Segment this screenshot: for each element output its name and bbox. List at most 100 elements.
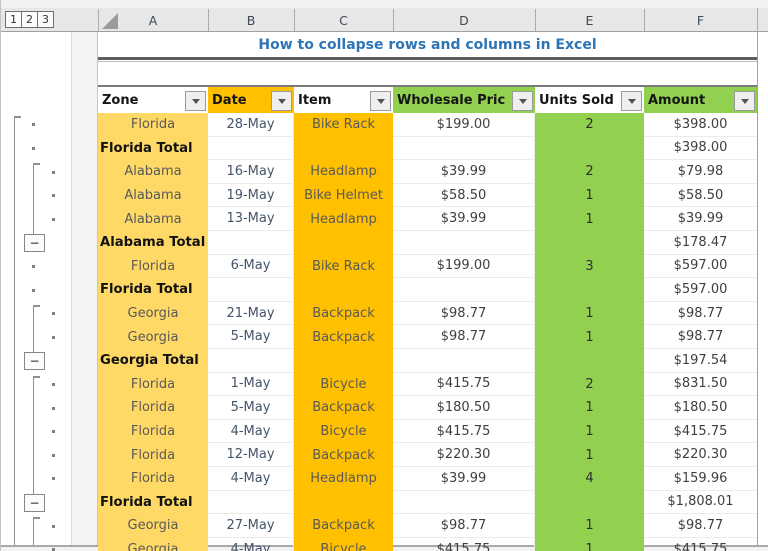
cell-A13[interactable]: Georgia xyxy=(98,325,208,349)
cell-F8[interactable]: $39.99 xyxy=(644,207,757,231)
cell-F10[interactable]: $597.00 xyxy=(644,255,757,279)
cell-F7[interactable]: $58.50 xyxy=(644,184,757,208)
cell-D19[interactable]: $39.99 xyxy=(393,467,535,491)
cell-D13[interactable]: $98.77 xyxy=(393,325,535,349)
cell-A8[interactable]: Alabama xyxy=(98,207,208,231)
header-cell-wholesale_price[interactable]: Wholesale Pric xyxy=(393,85,535,113)
cell-F19[interactable]: $159.96 xyxy=(644,467,757,491)
cell-E21[interactable]: 1 xyxy=(535,514,644,538)
title-cell[interactable]: How to collapse rows and columns in Exce… xyxy=(98,32,757,58)
cell-A21[interactable]: Georgia xyxy=(98,514,208,538)
cell-B16[interactable]: 5-May xyxy=(208,396,294,420)
cell-A15[interactable]: Florida xyxy=(98,372,208,397)
cell-E12[interactable]: 1 xyxy=(535,301,644,326)
cell-B10[interactable]: 6-May xyxy=(208,254,294,279)
cell-E9[interactable] xyxy=(535,231,644,255)
column-header-C[interactable]: C xyxy=(294,8,393,32)
cell-E17[interactable]: 1 xyxy=(535,419,644,444)
cell-A22[interactable]: Georgia xyxy=(98,537,208,551)
cell-D22[interactable]: $415.75 xyxy=(393,537,535,551)
filter-button-item[interactable] xyxy=(370,91,391,111)
cell-B19[interactable]: 4-May xyxy=(208,467,294,491)
cell-C21[interactable]: Backpack xyxy=(294,514,393,538)
cell-A18[interactable]: Florida xyxy=(98,443,208,467)
cell-D16[interactable]: $180.50 xyxy=(393,396,535,420)
cell-E11[interactable] xyxy=(535,278,644,302)
cell-C8[interactable]: Headlamp xyxy=(294,207,393,231)
cell-D4[interactable]: $199.00 xyxy=(393,113,535,137)
outline-level-button-2[interactable]: 2 xyxy=(21,11,38,28)
cell-B12[interactable]: 21-May xyxy=(208,301,294,326)
header-cell-zone[interactable]: Zone xyxy=(98,85,208,113)
header-cell-item[interactable]: Item xyxy=(294,85,393,113)
cell-C19[interactable]: Headlamp xyxy=(294,467,393,491)
cell-A16[interactable]: Florida xyxy=(98,396,208,420)
header-cell-date[interactable]: Date xyxy=(208,85,294,113)
cell-E4[interactable]: 2 xyxy=(535,113,644,137)
cell-D21[interactable]: $98.77 xyxy=(393,514,535,538)
cell-A6[interactable]: Alabama xyxy=(98,160,208,184)
cell-D5[interactable] xyxy=(393,136,535,161)
cell-C13[interactable]: Backpack xyxy=(294,325,393,349)
cell-D12[interactable]: $98.77 xyxy=(393,301,535,326)
cell-E20[interactable] xyxy=(535,490,644,515)
cell-F18[interactable]: $220.30 xyxy=(644,443,757,467)
cell-E10[interactable]: 3 xyxy=(535,254,644,279)
collapse-button-row-14[interactable]: − xyxy=(24,352,45,370)
cell-A19[interactable]: Florida xyxy=(98,467,208,491)
cell-F13[interactable]: $98.77 xyxy=(644,325,757,349)
cell-C15[interactable]: Bicycle xyxy=(294,372,393,397)
column-header-F[interactable]: F xyxy=(644,8,757,32)
collapse-button-row-9[interactable]: − xyxy=(24,234,45,252)
collapse-button-row-20[interactable]: − xyxy=(24,493,45,512)
cell-D7[interactable]: $58.50 xyxy=(393,183,535,208)
cell-D15[interactable]: $415.75 xyxy=(393,372,535,397)
cell-D8[interactable]: $39.99 xyxy=(393,207,535,231)
cell-E19[interactable]: 4 xyxy=(535,467,644,491)
filter-button-wholesale_price[interactable] xyxy=(512,91,533,111)
cell-B21[interactable]: 27-May xyxy=(208,514,294,538)
cell-D20[interactable] xyxy=(393,490,535,515)
cell-B6[interactable]: 16-May xyxy=(208,160,294,184)
column-header-D[interactable]: D xyxy=(393,8,535,32)
cell-F11[interactable]: $597.00 xyxy=(644,278,757,302)
cell-F6[interactable]: $79.98 xyxy=(644,160,757,184)
cell-E13[interactable]: 1 xyxy=(535,325,644,349)
cell-D11[interactable] xyxy=(393,278,535,302)
cell-B8[interactable]: 13-May xyxy=(208,207,294,231)
cell-D14[interactable] xyxy=(393,349,535,373)
outline-level-button-3[interactable]: 3 xyxy=(37,11,54,28)
cell-F22[interactable]: $415.75 xyxy=(644,538,757,551)
cell-B18[interactable]: 12-May xyxy=(208,443,294,467)
cell-A7[interactable]: Alabama xyxy=(98,183,208,208)
header-cell-amount[interactable]: Amount xyxy=(644,85,757,113)
cell-A4[interactable]: Florida xyxy=(98,113,208,137)
cell-E5[interactable] xyxy=(535,136,644,161)
cell-F15[interactable]: $831.50 xyxy=(644,373,757,397)
cell-C10[interactable]: Bike Rack xyxy=(294,254,393,279)
cell-C18[interactable]: Backpack xyxy=(294,443,393,467)
cell-B22[interactable]: 4-May xyxy=(208,537,294,551)
filter-button-amount[interactable] xyxy=(734,91,755,111)
cell-D9[interactable] xyxy=(393,231,535,255)
cell-C7[interactable]: Bike Helmet xyxy=(294,183,393,208)
cell-E18[interactable]: 1 xyxy=(535,443,644,467)
cell-D18[interactable]: $220.30 xyxy=(393,443,535,467)
cell-F14[interactable]: $197.54 xyxy=(644,349,757,373)
cell-F17[interactable]: $415.75 xyxy=(644,420,757,444)
cell-D17[interactable]: $415.75 xyxy=(393,419,535,444)
filter-button-units_sold[interactable] xyxy=(621,91,642,111)
column-header-A[interactable]: A xyxy=(98,8,208,32)
cell-B15[interactable]: 1-May xyxy=(208,372,294,397)
outline-level-button-1[interactable]: 1 xyxy=(5,11,22,28)
column-header-B[interactable]: B xyxy=(208,8,294,32)
filter-button-zone[interactable] xyxy=(185,91,206,111)
cell-C6[interactable]: Headlamp xyxy=(294,160,393,184)
cell-C16[interactable]: Backpack xyxy=(294,396,393,420)
cell-E8[interactable]: 1 xyxy=(535,207,644,231)
cell-E16[interactable]: 1 xyxy=(535,396,644,420)
cell-A12[interactable]: Georgia xyxy=(98,301,208,326)
column-header-E[interactable]: E xyxy=(535,8,644,32)
cell-C12[interactable]: Backpack xyxy=(294,301,393,326)
cell-D6[interactable]: $39.99 xyxy=(393,160,535,184)
